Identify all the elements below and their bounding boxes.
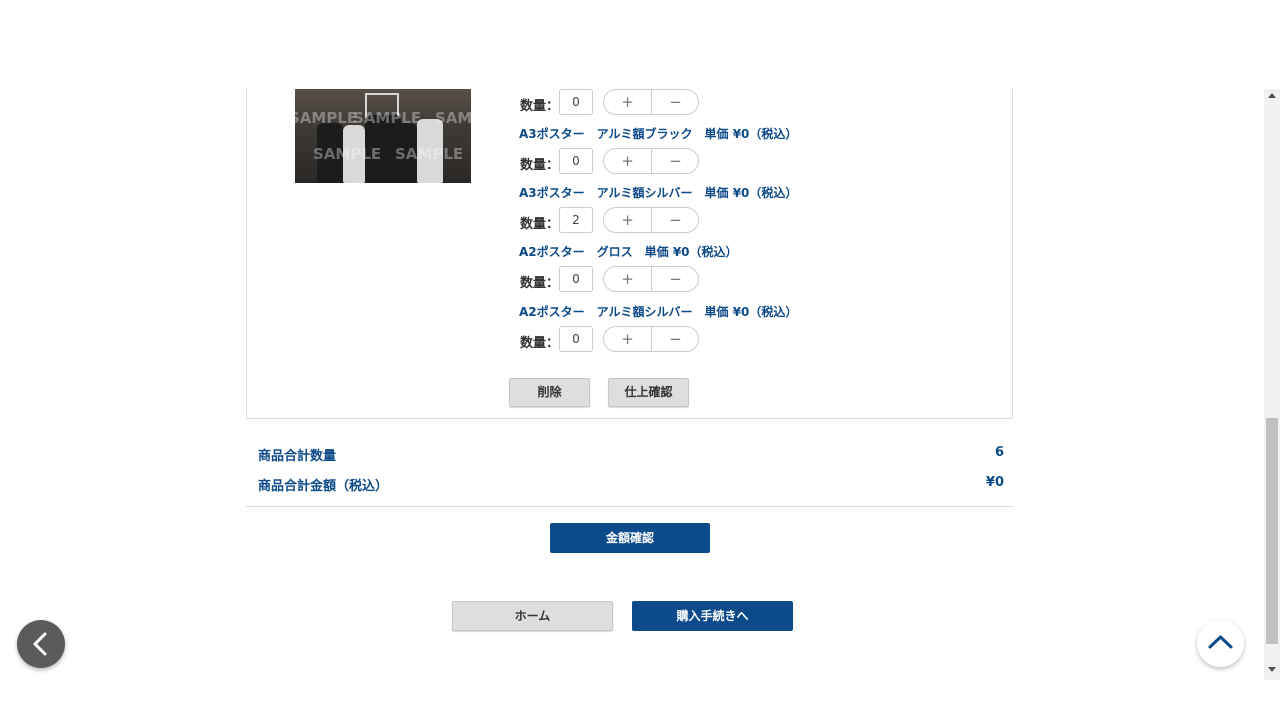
decrement-button[interactable]: − bbox=[652, 149, 698, 173]
increment-button[interactable]: + bbox=[604, 267, 652, 291]
price-confirm-button[interactable]: 金額確認 bbox=[550, 523, 710, 553]
sample-watermark: SAMPLE bbox=[313, 145, 382, 163]
chevron-left-icon bbox=[33, 632, 47, 656]
total-quantity-label: 商品合計数量 bbox=[258, 449, 337, 464]
quantity-input[interactable]: 0 bbox=[559, 326, 593, 352]
quantity-label: 数量： bbox=[520, 336, 560, 351]
quantity-stepper: + − bbox=[603, 148, 699, 174]
delete-button[interactable]: 削除 bbox=[509, 378, 590, 407]
increment-button[interactable]: + bbox=[604, 327, 652, 351]
quantity-input[interactable]: 2 bbox=[559, 207, 593, 233]
decrement-button[interactable]: − bbox=[652, 90, 698, 114]
decrement-button[interactable]: − bbox=[652, 327, 698, 351]
scroll-down-arrow-icon[interactable] bbox=[1268, 667, 1276, 672]
home-button[interactable]: ホーム bbox=[452, 601, 613, 631]
quantity-stepper: + − bbox=[603, 207, 699, 233]
decrement-button[interactable]: − bbox=[652, 267, 698, 291]
quantity-label: 数量： bbox=[520, 217, 560, 232]
back-button[interactable] bbox=[17, 620, 65, 668]
quantity-input[interactable]: 0 bbox=[559, 148, 593, 174]
chevron-up-icon bbox=[1208, 635, 1233, 649]
quantity-input[interactable]: 0 bbox=[559, 266, 593, 292]
quantity-stepper: + − bbox=[603, 89, 699, 115]
divider bbox=[246, 506, 1014, 507]
sample-watermark: SAMPLE bbox=[353, 109, 422, 127]
item-title: A2ポスター アルミ額シルバー 単価 ¥0（税込） bbox=[519, 305, 798, 319]
increment-button[interactable]: + bbox=[604, 90, 652, 114]
increment-button[interactable]: + bbox=[604, 208, 652, 232]
scroll-to-top-button[interactable] bbox=[1197, 620, 1244, 667]
sample-watermark: SAMPLE bbox=[435, 109, 471, 127]
item-title: A2ポスター グロス 単価 ¥0（税込） bbox=[519, 245, 738, 259]
scroll-up-arrow-icon[interactable] bbox=[1268, 93, 1276, 98]
scrollbar-thumb[interactable] bbox=[1266, 418, 1278, 644]
quantity-input[interactable]: 0 bbox=[559, 89, 593, 115]
quantity-stepper: + − bbox=[603, 266, 699, 292]
product-thumbnail: SAMPLE SAMPLE SAMPLE SAMPLE SAMPLE bbox=[295, 89, 471, 183]
quantity-label: 数量： bbox=[520, 99, 560, 114]
total-price-value: ¥0 bbox=[985, 475, 1004, 490]
total-price-label: 商品合計金額（税込） bbox=[258, 479, 389, 494]
checkout-button[interactable]: 購入手続きへ bbox=[632, 601, 793, 631]
quantity-stepper: + − bbox=[603, 326, 699, 352]
item-title: A3ポスター アルミ額ブラック 単価 ¥0（税込） bbox=[519, 127, 798, 141]
increment-button[interactable]: + bbox=[604, 149, 652, 173]
sample-watermark: SAMPLE bbox=[395, 145, 464, 163]
total-quantity-value: 6 bbox=[994, 445, 1004, 460]
finish-check-button[interactable]: 仕上確認 bbox=[608, 378, 689, 407]
quantity-label: 数量： bbox=[520, 276, 560, 291]
scrollbar[interactable] bbox=[1264, 89, 1280, 680]
item-title: A3ポスター アルミ額シルバー 単価 ¥0（税込） bbox=[519, 186, 798, 200]
quantity-label: 数量： bbox=[520, 158, 560, 173]
decrement-button[interactable]: − bbox=[652, 208, 698, 232]
sample-watermark: SAMPLE bbox=[295, 109, 358, 127]
